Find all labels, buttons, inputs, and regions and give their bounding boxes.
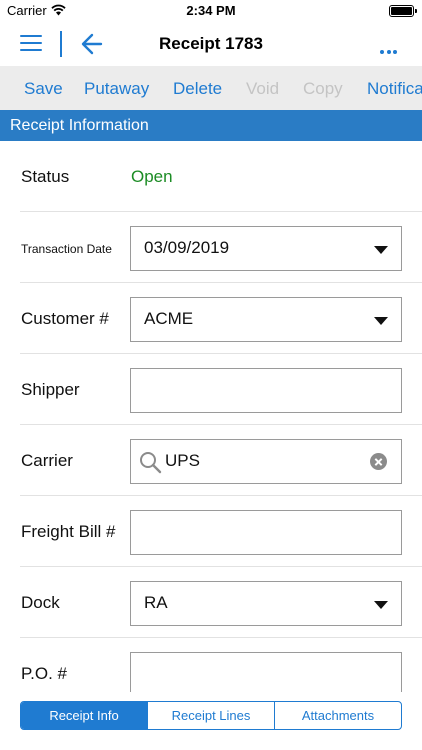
more-options-icon[interactable]	[380, 41, 400, 54]
carrier-search-field[interactable]: UPS	[130, 439, 402, 484]
void-button[interactable]: Void	[246, 79, 279, 99]
freight-bill-label: Freight Bill #	[21, 522, 116, 541]
delete-button[interactable]: Delete	[173, 79, 222, 99]
status-bar: Carrier 2:34 PM	[0, 0, 422, 22]
freight-bill-field[interactable]	[130, 510, 402, 555]
shipper-row: Shipper	[0, 354, 422, 425]
po-field[interactable]	[130, 652, 402, 697]
transaction-date-field[interactable]: 03/09/2019	[130, 226, 402, 271]
copy-button[interactable]: Copy	[303, 79, 343, 99]
customer-row: Customer # ACME	[0, 283, 422, 354]
section-header: Receipt Information	[0, 110, 422, 141]
status-value: Open	[131, 167, 173, 186]
status-label: Status	[21, 167, 70, 186]
action-toolbar: Save Putaway Delete Void Copy Notifica	[0, 66, 422, 110]
putaway-button[interactable]: Putaway	[84, 79, 149, 99]
transaction-date-row: Transaction Date 03/09/2019	[0, 212, 422, 283]
tab-receipt-lines[interactable]: Receipt Lines	[147, 702, 274, 729]
status-row: Status Open	[0, 141, 422, 212]
dropdown-caret-icon[interactable]	[374, 317, 388, 325]
transaction-date-value: 03/09/2019	[144, 238, 230, 257]
dropdown-caret-icon[interactable]	[374, 246, 388, 254]
bottom-tab-bar: Receipt Info Receipt Lines Attachments	[0, 692, 422, 750]
transaction-date-label: Transaction Date	[21, 242, 112, 256]
freight-bill-row: Freight Bill #	[0, 496, 422, 567]
shipper-label: Shipper	[21, 380, 80, 399]
page-title: Receipt 1783	[159, 34, 263, 53]
dock-field[interactable]: RA	[130, 581, 402, 626]
tab-attachments[interactable]: Attachments	[274, 702, 401, 729]
dock-value: RA	[144, 593, 168, 612]
navigation-bar: Receipt 1783	[0, 22, 422, 66]
carrier-label: Carrier	[21, 451, 73, 470]
clock: 2:34 PM	[186, 3, 236, 18]
battery-icon	[389, 5, 417, 17]
customer-field[interactable]: ACME	[130, 297, 402, 342]
tab-receipt-info[interactable]: Receipt Info	[21, 702, 147, 729]
clear-icon[interactable]	[370, 453, 387, 470]
notifications-button[interactable]: Notifica	[367, 79, 422, 99]
carrier-row: Carrier UPS	[0, 425, 422, 496]
dock-label: Dock	[21, 593, 60, 612]
dropdown-caret-icon[interactable]	[374, 601, 388, 609]
search-icon	[140, 452, 162, 474]
shipper-field[interactable]	[130, 368, 402, 413]
segmented-control: Receipt Info Receipt Lines Attachments	[20, 701, 402, 730]
save-button[interactable]: Save	[24, 79, 63, 99]
customer-value: ACME	[144, 309, 194, 328]
po-label: P.O. #	[21, 664, 67, 683]
carrier-value: UPS	[165, 451, 200, 470]
dock-row: Dock RA	[0, 567, 422, 638]
customer-label: Customer #	[21, 309, 109, 328]
